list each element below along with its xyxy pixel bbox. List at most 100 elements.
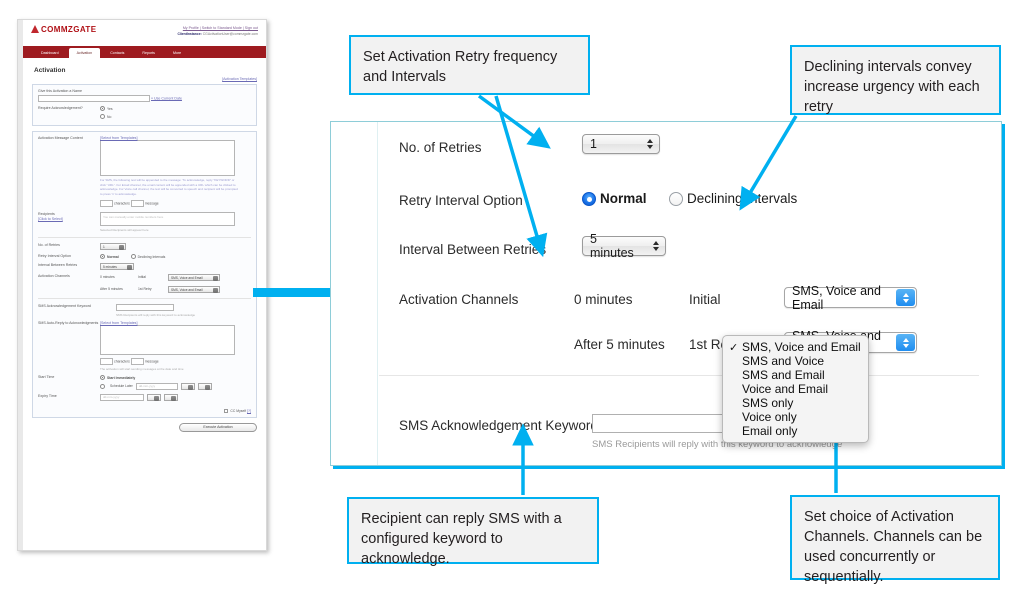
- retries-label: No. of Retries: [399, 140, 482, 155]
- activation-channels-dropdown-menu[interactable]: ✓ SMS, Voice and Email SMS and Voice SMS…: [722, 335, 869, 443]
- cc-myself-help[interactable]: [?]: [247, 409, 251, 413]
- nav-tab-reports[interactable]: Reports: [134, 48, 163, 58]
- expiry-hour-select[interactable]: [147, 393, 161, 401]
- callout-declining-intervals: Declining intervals convey increase urge…: [790, 45, 1001, 115]
- client-instance-value: CGActivationUser@commzgate.com: [202, 32, 258, 36]
- normal-radio[interactable]: [100, 253, 105, 259]
- callout-sms-keyword: Recipient can reply SMS with a configure…: [347, 497, 599, 567]
- autoreply-msg-count: [130, 357, 144, 365]
- expiry-time-label: Expiry Time: [38, 393, 57, 398]
- callout-activation-channels: Set choice of Activation Channels. Chann…: [790, 495, 1000, 585]
- autoreply-characters-label: characters: [114, 359, 130, 364]
- menu-item-label: SMS, Voice and Email: [742, 340, 861, 354]
- activation-templates-link[interactable]: [Activation Templates]: [32, 77, 257, 81]
- nav-tab-contacts[interactable]: Contacts: [102, 48, 132, 58]
- interval-label: Interval Between Retries: [38, 262, 78, 267]
- menu-item-sms-and-email[interactable]: SMS and Email: [723, 368, 868, 382]
- schedule-hour-select[interactable]: [180, 382, 195, 390]
- activation-name-input[interactable]: [38, 95, 150, 102]
- start-time-label: Start Time: [38, 374, 55, 379]
- recipients-input[interactable]: You can manually enter mobile numbers he…: [100, 211, 235, 226]
- chevron-updown-icon[interactable]: [896, 334, 915, 351]
- autoreply-label: SMS Auto-Reply to Acknowledgments: [38, 320, 99, 325]
- top-links[interactable]: My Profile | Switch to Standard Mode | S…: [183, 26, 258, 31]
- menu-item-label: Email only: [742, 424, 798, 438]
- nav-tab-activation[interactable]: Activation: [68, 48, 101, 58]
- normal-label: Normal: [600, 191, 647, 206]
- page-title: Activation: [34, 67, 66, 74]
- interval-select-value: 5 minutes: [590, 232, 634, 260]
- page-root: COMMZGATE My Profile | Switch to Standar…: [0, 0, 1014, 592]
- declining-label: Declining Intervals: [137, 254, 166, 259]
- message-label: message: [144, 201, 159, 206]
- use-current-date-link[interactable]: » Use Current Date: [151, 96, 182, 100]
- start-immediately-radio[interactable]: [100, 374, 105, 380]
- client-user-info: ClientInstance: CGActivationUser@commzga…: [177, 32, 258, 36]
- character-count-input: [100, 199, 113, 207]
- ack-no-radio[interactable]: [100, 114, 105, 119]
- channel-row: 0 minutes Initial: [574, 292, 784, 307]
- retries-label: No. of Retries: [38, 242, 60, 247]
- retries-select[interactable]: 1: [100, 242, 126, 250]
- menu-item-sms-and-voice[interactable]: SMS and Voice: [723, 354, 868, 368]
- message-content-textarea[interactable]: [100, 140, 235, 176]
- client-instance-label: ClientInstance:: [177, 32, 202, 36]
- interval-select[interactable]: 5 minutes: [582, 232, 666, 260]
- ack-yes-radio[interactable]: [100, 106, 105, 111]
- nav-tab-dashboard[interactable]: Dashboard: [33, 48, 67, 58]
- keyword-input[interactable]: [116, 303, 174, 311]
- declining-radio[interactable]: [130, 253, 136, 259]
- keyword-input[interactable]: [592, 414, 736, 433]
- cc-myself-checkbox[interactable]: [224, 408, 229, 413]
- ack-yes-label: Yes: [107, 107, 113, 111]
- expiry-date-input[interactable]: dd-mm-yyyy: [100, 393, 144, 401]
- chevron-updown-icon[interactable]: [896, 289, 915, 306]
- channel-select-1[interactable]: SMS, Voice and Email: [168, 285, 220, 293]
- channel-time: After 5 minutes: [574, 337, 665, 352]
- main-nav: Dashboard Activation Contacts Reports Mo…: [23, 46, 266, 58]
- interval-select[interactable]: 5 minutes: [100, 262, 134, 270]
- normal-label: Normal: [107, 254, 119, 259]
- brand-name: COMMZGATE: [41, 25, 97, 34]
- menu-item-email-only[interactable]: Email only: [723, 424, 868, 438]
- schedule-date-input[interactable]: dd-mm-yyyy: [135, 382, 178, 390]
- declining-radio-option[interactable]: Declining Intervals: [669, 191, 797, 206]
- declining-label: Declining Intervals: [687, 191, 798, 206]
- menu-item-sms-voice-email[interactable]: ✓ SMS, Voice and Email: [723, 340, 868, 354]
- retries-select-value: 1: [590, 137, 597, 151]
- schedule-later-radio[interactable]: [100, 383, 105, 389]
- nav-tab-more[interactable]: More: [165, 48, 189, 58]
- divider-2: [38, 297, 251, 299]
- thumbnail-header: COMMZGATE My Profile | Switch to Standar…: [23, 20, 266, 46]
- activation-form-screenshot: COMMZGATE My Profile | Switch to Standar…: [17, 19, 267, 551]
- declining-radio[interactable]: [669, 191, 683, 206]
- channels-label: Activation Channels: [38, 273, 70, 278]
- execute-activation-button[interactable]: Execute Activation: [179, 422, 257, 432]
- message-details-box: Activation Message Content [Select from …: [32, 131, 257, 418]
- panel-gutter: [331, 122, 378, 465]
- channel-select-initial[interactable]: SMS, Voice and Email: [784, 284, 917, 312]
- schedule-minute-select[interactable]: [197, 382, 212, 390]
- menu-item-voice-only[interactable]: Voice only: [723, 410, 868, 424]
- channel-select-0[interactable]: SMS, Voice and Email: [168, 273, 220, 281]
- autoreply-textarea[interactable]: [100, 324, 235, 355]
- menu-item-label: Voice and Email: [742, 382, 829, 396]
- activation-retry-settings-panel: No. of Retries 1 Retry Interval Option N…: [330, 121, 1002, 466]
- zoom-connector-bar: [253, 288, 332, 297]
- menu-item-label: SMS only: [742, 396, 794, 410]
- message-help-text: For SMS, the following text will be appe…: [100, 178, 238, 196]
- retries-select[interactable]: 1: [582, 134, 660, 154]
- activation-name-label: Give this Activation a Name: [38, 89, 82, 93]
- channel-time-0: 0 minutes: [100, 275, 115, 280]
- normal-radio[interactable]: [582, 191, 596, 206]
- retry-option-label: Retry Interval Option: [38, 253, 71, 258]
- channels-label: Activation Channels: [399, 292, 519, 307]
- menu-item-label: SMS and Email: [742, 368, 825, 382]
- channel-select-initial-value: SMS, Voice and Email: [792, 283, 881, 312]
- menu-item-sms-only[interactable]: SMS only: [723, 396, 868, 410]
- keyword-label: SMS Acknowledgement Keyword: [38, 303, 91, 308]
- normal-radio-option[interactable]: Normal: [582, 191, 647, 206]
- recipients-select-link[interactable]: [Click to Select]: [38, 217, 100, 222]
- menu-item-voice-and-email[interactable]: Voice and Email: [723, 382, 868, 396]
- expiry-minute-select[interactable]: [164, 393, 178, 401]
